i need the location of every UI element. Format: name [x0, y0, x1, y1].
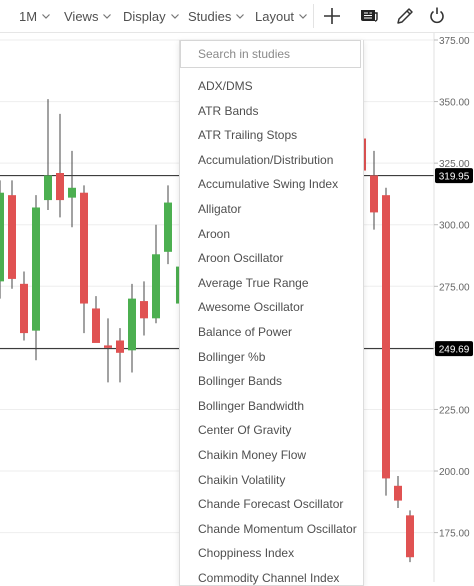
candle-body	[0, 192, 4, 282]
candle-body	[394, 485, 402, 501]
candle-body	[370, 175, 378, 213]
candle[interactable]	[406, 510, 414, 563]
candle-body	[68, 187, 76, 198]
candle-body	[32, 207, 40, 331]
interval-label: 1M	[19, 8, 38, 24]
candle-body	[128, 298, 136, 351]
candle[interactable]	[152, 224, 160, 324]
study-item[interactable]: Aroon	[180, 222, 363, 247]
study-item[interactable]: Center Of Gravity	[180, 418, 363, 443]
studies-label: Studies	[188, 8, 232, 24]
y-tick-label: 225.00	[439, 405, 470, 416]
candle[interactable]	[382, 187, 390, 496]
studies-dropdown[interactable]: Studies	[188, 7, 245, 25]
study-item[interactable]: Average True Range	[180, 271, 363, 296]
candle[interactable]	[0, 180, 4, 299]
studies-list: ADX/DMS ATR Bands ATR Trailing Stops Accumu…	[180, 74, 363, 585]
candle-body	[116, 340, 124, 353]
study-item[interactable]: Bollinger Bandwidth	[180, 394, 363, 419]
study-item[interactable]: Alligator	[180, 197, 363, 222]
views-dropdown[interactable]: Views	[64, 7, 112, 25]
y-tick-label: 275.00	[439, 282, 470, 293]
candle-body	[8, 195, 16, 279]
candle[interactable]	[56, 113, 64, 218]
y-axis-background	[434, 33, 474, 582]
candle-body	[140, 301, 148, 319]
study-item[interactable]: ADX/DMS	[180, 74, 363, 99]
study-item[interactable]: ATR Trailing Stops	[180, 123, 363, 148]
candle[interactable]	[20, 271, 28, 341]
interval-dropdown[interactable]: 1M	[19, 7, 51, 25]
study-item[interactable]: Bollinger %b	[180, 345, 363, 370]
display-label: Display	[123, 8, 166, 24]
price-badge-label: 319.95	[439, 172, 470, 183]
study-item[interactable]: Accumulation/Distribution	[180, 148, 363, 173]
candle[interactable]	[80, 185, 88, 334]
candle[interactable]	[68, 150, 76, 228]
candle-body	[382, 195, 390, 479]
candle-body	[164, 202, 172, 252]
candle[interactable]	[92, 296, 100, 343]
study-item[interactable]: Choppiness Index	[180, 541, 363, 566]
candle[interactable]	[44, 99, 52, 210]
study-item[interactable]: Aroon Oscillator	[180, 246, 363, 271]
study-item[interactable]: Bollinger Bands	[180, 369, 363, 394]
y-tick-label: 300.00	[439, 221, 470, 232]
study-item[interactable]: Chande Momentum Oscillator	[180, 517, 363, 542]
chart-toolbar: 1M Views Display Studies Layout	[0, 0, 474, 33]
candle[interactable]	[116, 328, 124, 383]
study-item[interactable]: Commodity Channel Index	[180, 566, 363, 585]
candle-body	[92, 308, 100, 343]
chevron-down-icon	[42, 14, 50, 19]
chevron-down-icon	[103, 14, 112, 19]
news-icon[interactable]	[358, 5, 380, 27]
candle[interactable]	[104, 318, 112, 383]
draw-pencil-icon[interactable]	[394, 5, 416, 27]
chevron-down-icon	[170, 14, 179, 19]
candle-body	[104, 345, 112, 348]
candle-body	[80, 192, 88, 304]
chevron-down-icon	[299, 14, 307, 19]
study-item[interactable]: Chande Forecast Oscillator	[180, 492, 363, 517]
candle-body	[44, 175, 52, 201]
candle[interactable]	[32, 195, 40, 361]
candle-body	[406, 515, 414, 558]
study-item[interactable]: Awesome Oscillator	[180, 295, 363, 320]
y-tick-label: 375.00	[439, 36, 470, 47]
views-label: Views	[64, 8, 99, 24]
study-item[interactable]: Chaikin Money Flow	[180, 443, 363, 468]
study-item[interactable]: Balance of Power	[180, 320, 363, 345]
y-tick-label: 350.00	[439, 98, 470, 109]
candle[interactable]	[128, 283, 136, 373]
display-dropdown[interactable]: Display	[123, 7, 180, 25]
studies-menu: ADX/DMSATR BandsATR Trailing StopsAccumu…	[179, 40, 364, 586]
candle[interactable]	[140, 281, 148, 336]
undo-reset-icon[interactable]	[426, 5, 448, 27]
candle-body	[56, 173, 64, 201]
study-item[interactable]: ATR Bands	[180, 99, 363, 124]
study-item[interactable]: Chaikin Volatility	[180, 468, 363, 493]
price-badge-label: 249.69	[439, 345, 470, 356]
candle[interactable]	[394, 475, 402, 508]
studies-search-input[interactable]	[180, 40, 361, 68]
candle-body	[20, 283, 28, 334]
chevron-down-icon	[236, 14, 245, 19]
candle[interactable]	[164, 185, 172, 265]
layout-label: Layout	[255, 8, 295, 24]
candle-body	[152, 254, 160, 319]
y-tick-label: 175.00	[439, 529, 470, 540]
layout-dropdown[interactable]: Layout	[255, 7, 308, 25]
toolbar-divider	[313, 4, 314, 28]
candle[interactable]	[8, 180, 16, 289]
y-tick-label: 200.00	[439, 467, 470, 478]
study-item[interactable]: Accumulative Swing Index	[180, 172, 363, 197]
plus-icon[interactable]	[321, 5, 343, 27]
